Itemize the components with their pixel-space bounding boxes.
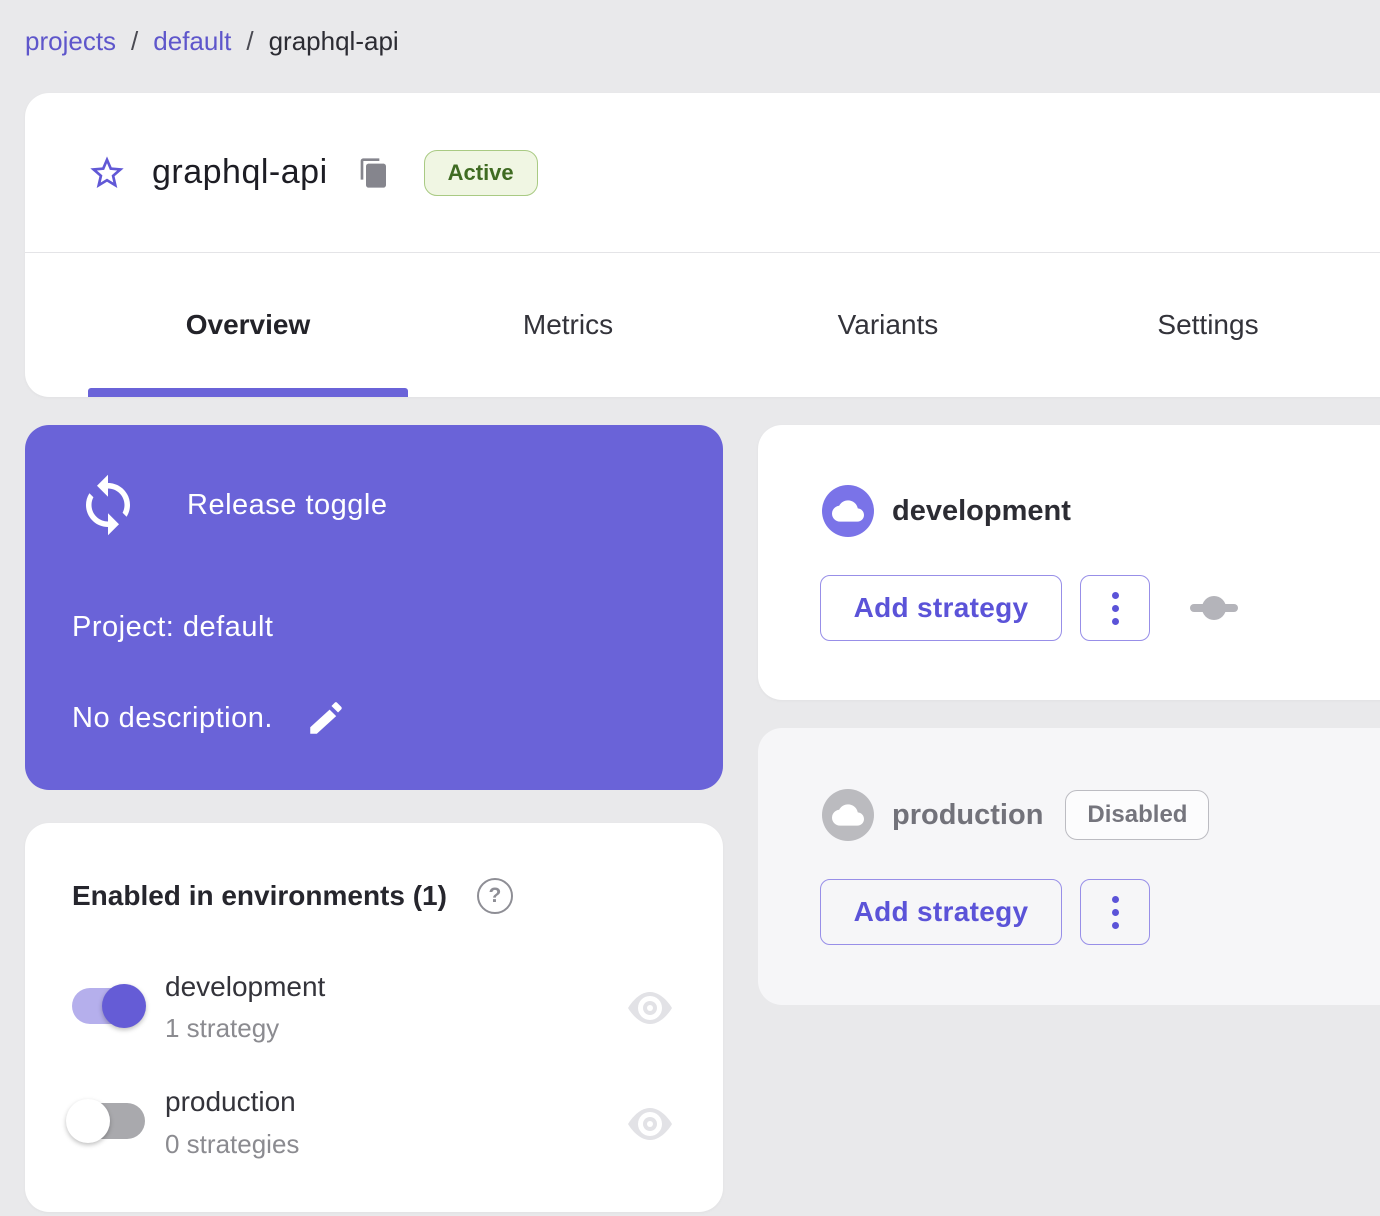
tab-metrics[interactable]: Metrics <box>408 253 728 396</box>
copy-icon[interactable] <box>358 156 390 190</box>
environment-row-strategies: 1 strategy <box>165 1013 280 1043</box>
feature-header-row: graphql-api Active <box>25 93 1380 253</box>
favorite-star-icon[interactable] <box>87 153 127 193</box>
page-title: graphql-api <box>152 153 328 191</box>
environment-card-development: development Add strategy <box>758 425 1380 700</box>
tab-settings-label: Settings <box>1157 308 1259 340</box>
toggle-development[interactable] <box>72 984 146 1028</box>
kebab-icon <box>1111 908 1119 916</box>
status-badge: Active <box>423 149 538 196</box>
disabled-badge: Disabled <box>1065 790 1210 840</box>
kebab-icon <box>1111 617 1119 625</box>
eye-icon[interactable] <box>626 989 674 1027</box>
cloud-icon <box>822 789 874 841</box>
add-strategy-button[interactable]: Add strategy <box>820 879 1062 945</box>
environment-menu-button[interactable] <box>1080 575 1150 641</box>
enabled-environments-card: Enabled in environments (1) ? developmen… <box>25 823 723 1212</box>
feature-info-card: Release toggle Project: default No descr… <box>25 425 723 790</box>
tab-overview[interactable]: Overview <box>88 253 408 396</box>
environment-row-name: development <box>165 971 326 1002</box>
feature-type-row: Release toggle <box>75 472 387 538</box>
breadcrumb-default-link[interactable]: default <box>153 26 231 57</box>
environment-row-name: production <box>165 1086 296 1117</box>
release-toggle-icon <box>75 472 141 538</box>
toggle-production[interactable] <box>66 1099 145 1143</box>
eye-icon[interactable] <box>626 1105 674 1143</box>
environment-name: development <box>892 494 1071 527</box>
strategy-slider-icon <box>1190 586 1238 630</box>
environment-row-strategies: 0 strategies <box>165 1129 300 1159</box>
feature-flag-page: projects / default / graphql-api graphql… <box>0 0 1380 1216</box>
environment-actions: Add strategy <box>820 879 1150 945</box>
feature-description-row: No description. <box>72 697 347 739</box>
kebab-icon <box>1111 895 1119 903</box>
feature-header-card: graphql-api Active Overview Metrics Vari… <box>25 93 1380 397</box>
add-strategy-button[interactable]: Add strategy <box>820 575 1062 641</box>
edit-description-icon[interactable] <box>305 697 347 739</box>
kebab-icon <box>1111 591 1119 599</box>
breadcrumb-projects-link[interactable]: projects <box>25 26 116 57</box>
tab-variants[interactable]: Variants <box>728 253 1048 396</box>
environment-menu-button[interactable] <box>1080 879 1150 945</box>
environment-card-production: production Disabled Add strategy <box>758 728 1380 1005</box>
kebab-icon <box>1111 604 1119 612</box>
environment-header: production Disabled <box>822 789 1210 841</box>
breadcrumb-current: graphql-api <box>268 26 399 56</box>
feature-project-label: Project: default <box>72 611 274 643</box>
feature-type-label: Release toggle <box>187 488 388 521</box>
environment-header: development <box>822 485 1071 537</box>
tab-metrics-label: Metrics <box>522 308 614 340</box>
kebab-icon <box>1111 921 1119 929</box>
enabled-environments-header: Enabled in environments (1) ? <box>72 878 513 914</box>
tab-variants-label: Variants <box>837 308 939 340</box>
feature-description: No description. <box>72 701 273 734</box>
tab-overview-label: Overview <box>185 308 311 340</box>
tab-bar: Overview Metrics Variants Settings <box>88 253 1368 396</box>
help-icon[interactable]: ? <box>476 878 513 914</box>
breadcrumb: projects / default / graphql-api <box>25 26 399 57</box>
tab-settings[interactable]: Settings <box>1048 253 1368 396</box>
toggle-thumb <box>66 1099 110 1143</box>
active-tab-indicator <box>88 388 408 397</box>
breadcrumb-separator: / <box>246 26 254 56</box>
environment-actions: Add strategy <box>820 575 1238 641</box>
environment-name: production <box>892 798 1044 831</box>
breadcrumb-separator: / <box>131 26 139 56</box>
toggle-thumb <box>102 984 146 1028</box>
cloud-icon <box>822 485 874 537</box>
enabled-environments-title: Enabled in environments (1) <box>72 880 447 911</box>
